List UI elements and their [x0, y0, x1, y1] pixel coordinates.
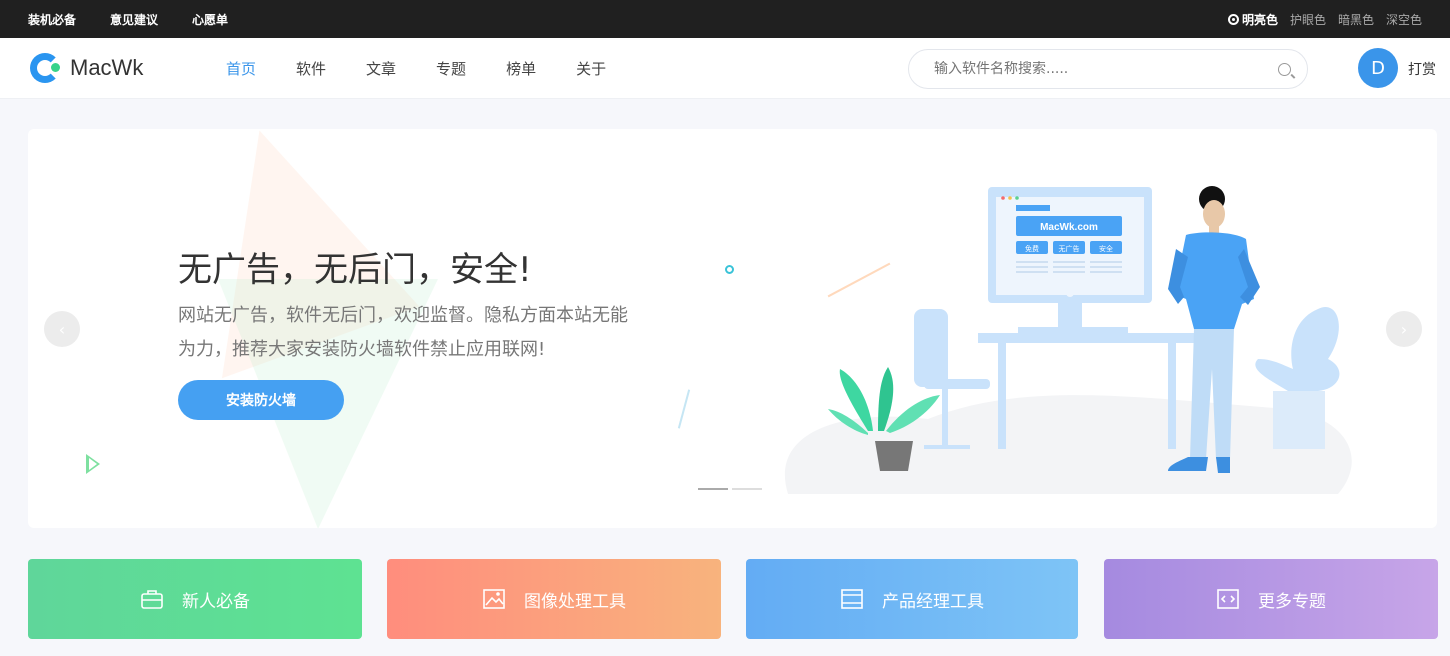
- top-bar: 装机必备 意见建议 心愿单 明亮色 护眼色 暗黑色 深空色: [0, 0, 1450, 38]
- category-card-newbie[interactable]: 新人必备: [28, 559, 362, 639]
- illustration-tag-safe: 安全: [1099, 244, 1113, 253]
- search-input[interactable]: [934, 61, 1278, 77]
- carousel-prev-button[interactable]: ‹: [44, 311, 80, 347]
- search-icon[interactable]: [1278, 62, 1291, 76]
- chevron-left-icon: ‹: [58, 319, 66, 339]
- donate-link[interactable]: 打赏: [1408, 59, 1436, 79]
- category-card-image-tools[interactable]: 图像处理工具: [387, 559, 721, 639]
- site-header: MacWk 首页 软件 文章 专题 榜单 关于 D 打赏: [0, 38, 1450, 99]
- category-label: 更多专题: [1258, 591, 1326, 612]
- decor-play-icon: [86, 454, 100, 474]
- nav-articles[interactable]: 文章: [366, 58, 396, 79]
- chevron-right-icon: ›: [1400, 319, 1408, 339]
- carousel-dot[interactable]: [698, 488, 728, 490]
- nav-home[interactable]: 首页: [226, 58, 256, 79]
- theme-switcher: 明亮色 护眼色 暗黑色 深空色: [1227, 11, 1422, 28]
- category-card-pm-tools[interactable]: 产品经理工具: [746, 559, 1078, 639]
- hero-banner: 无广告，无后门，安全! 网站无广告，软件无后门，欢迎监督。隐私方面本站无能为力，…: [28, 129, 1437, 528]
- logo-icon: [30, 53, 60, 83]
- theme-light[interactable]: 明亮色: [1227, 11, 1278, 28]
- illustration-tag-free: 免费: [1025, 244, 1039, 253]
- top-link-wishlist[interactable]: 心愿单: [192, 11, 228, 28]
- logo[interactable]: MacWk: [30, 53, 143, 83]
- nav-about[interactable]: 关于: [576, 58, 606, 79]
- illustration-screen-title: MacWk.com: [1040, 222, 1098, 233]
- layout-icon: [841, 589, 863, 609]
- nav-topics[interactable]: 专题: [436, 58, 466, 79]
- category-label: 新人必备: [182, 591, 250, 612]
- logo-text: MacWk: [70, 55, 144, 80]
- top-links: 装机必备 意见建议 心愿单: [28, 11, 228, 28]
- banner-illustration: MacWk.com 免费 无广告 安全: [784, 186, 1352, 494]
- palette-icon: [1227, 13, 1239, 25]
- image-icon: [483, 589, 505, 609]
- top-link-feedback[interactable]: 意见建议: [110, 11, 158, 28]
- nav-rankings[interactable]: 榜单: [506, 58, 536, 79]
- banner-description: 网站无广告，软件无后门，欢迎监督。隐私方面本站无能为力，推荐大家安装防火墙软件禁…: [178, 305, 628, 360]
- illustration-tag-no-ads: 无广告: [1059, 244, 1080, 253]
- install-firewall-button[interactable]: 安装防火墙: [178, 380, 344, 420]
- main-nav: 首页 软件 文章 专题 榜单 关于: [226, 38, 646, 99]
- category-card-more-topics[interactable]: 更多专题: [1104, 559, 1438, 639]
- banner-title: 无广告，无后门，安全!: [178, 250, 532, 290]
- top-link-essentials[interactable]: 装机必备: [28, 11, 76, 28]
- carousel-next-button[interactable]: ›: [1386, 311, 1422, 347]
- nav-software[interactable]: 软件: [296, 58, 326, 79]
- category-label: 产品经理工具: [882, 591, 984, 612]
- search-box: [908, 49, 1308, 89]
- decor-line: [677, 389, 691, 429]
- theme-deep-space[interactable]: 深空色: [1386, 11, 1422, 28]
- theme-light-label: 明亮色: [1241, 12, 1278, 27]
- briefcase-icon: [141, 590, 163, 609]
- avatar[interactable]: D: [1358, 48, 1398, 88]
- theme-eye-care[interactable]: 护眼色: [1290, 11, 1326, 28]
- code-icon: [1217, 589, 1239, 609]
- category-label: 图像处理工具: [524, 591, 626, 612]
- theme-dark[interactable]: 暗黑色: [1338, 11, 1374, 28]
